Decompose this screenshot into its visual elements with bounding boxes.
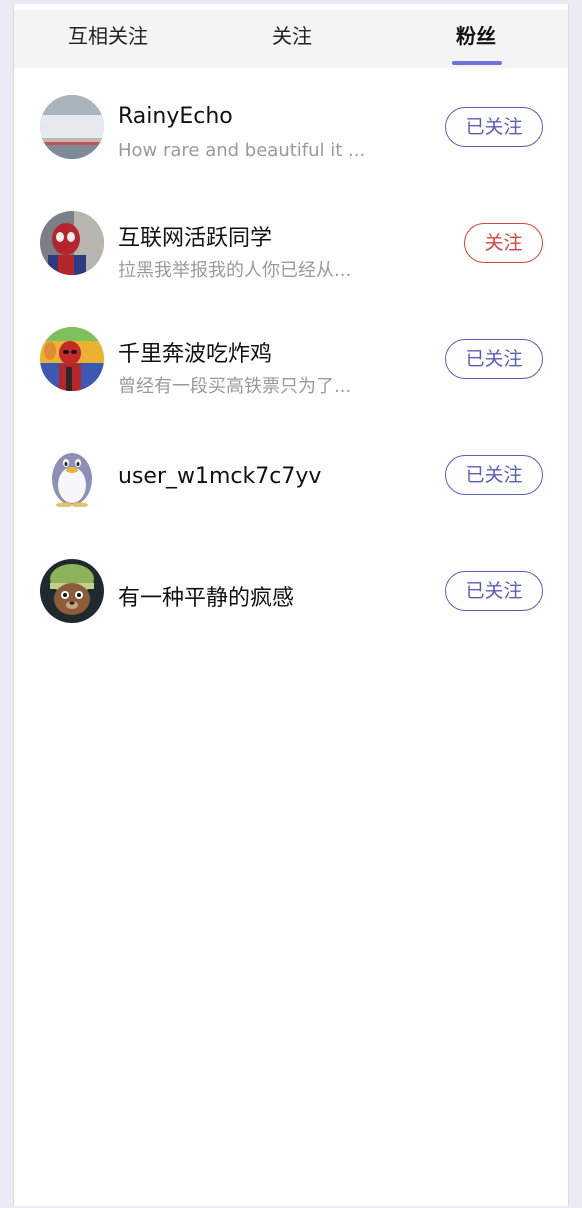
tab-mutual[interactable]: 互相关注 (42, 10, 174, 68)
tab-following[interactable]: 关注 (226, 10, 358, 68)
list-item[interactable]: 有一种平静的疯感 已关注 (14, 534, 568, 650)
user-bio: 拉黑我举报我的人你已经从... (118, 260, 352, 281)
avatar[interactable] (40, 327, 104, 391)
user-name: 有一种平静的疯感 (118, 586, 295, 611)
avatar[interactable] (40, 559, 104, 623)
followers-panel: 互相关注 关注 粉丝 RainyEcho How rare and beauti… (13, 4, 569, 1206)
avatar[interactable] (40, 211, 104, 275)
user-bio: 曾经有一段买高铁票只为了... (118, 376, 352, 397)
list-item[interactable]: 千里奔波吃炸鸡 曾经有一段买高铁票只为了... 已关注 (14, 302, 568, 418)
deadpool-photo-icon (40, 327, 104, 391)
list-item[interactable]: RainyEcho How rare and beautiful it ... … (14, 70, 568, 186)
user-name: 互联网活跃同学 (118, 226, 273, 251)
followed-button[interactable]: 已关注 (445, 107, 543, 147)
user-name: 千里奔波吃炸鸡 (118, 342, 273, 367)
avatar[interactable] (40, 95, 104, 159)
user-bio: How rare and beautiful it ... (118, 140, 366, 161)
follow-button[interactable]: 关注 (464, 223, 543, 263)
bear-photo-icon (40, 559, 104, 623)
user-name: user_w1mck7c7yv (118, 464, 322, 489)
followed-button[interactable]: 已关注 (445, 455, 543, 495)
list-item[interactable]: 互联网活跃同学 拉黑我举报我的人你已经从... 关注 (14, 186, 568, 302)
avatar[interactable] (40, 443, 104, 508)
followed-button[interactable]: 已关注 (445, 571, 543, 611)
active-tab-indicator (452, 61, 502, 65)
list-item[interactable]: user_w1mck7c7yv 已关注 (14, 418, 568, 534)
penguin-icon (52, 453, 92, 508)
spiderman-photo-icon (40, 211, 104, 275)
followed-button[interactable]: 已关注 (445, 339, 543, 379)
tab-bar: 互相关注 关注 粉丝 (14, 10, 568, 68)
user-name: RainyEcho (118, 104, 233, 129)
landscape-photo-icon (40, 95, 104, 159)
tab-followers[interactable]: 粉丝 (410, 10, 542, 68)
